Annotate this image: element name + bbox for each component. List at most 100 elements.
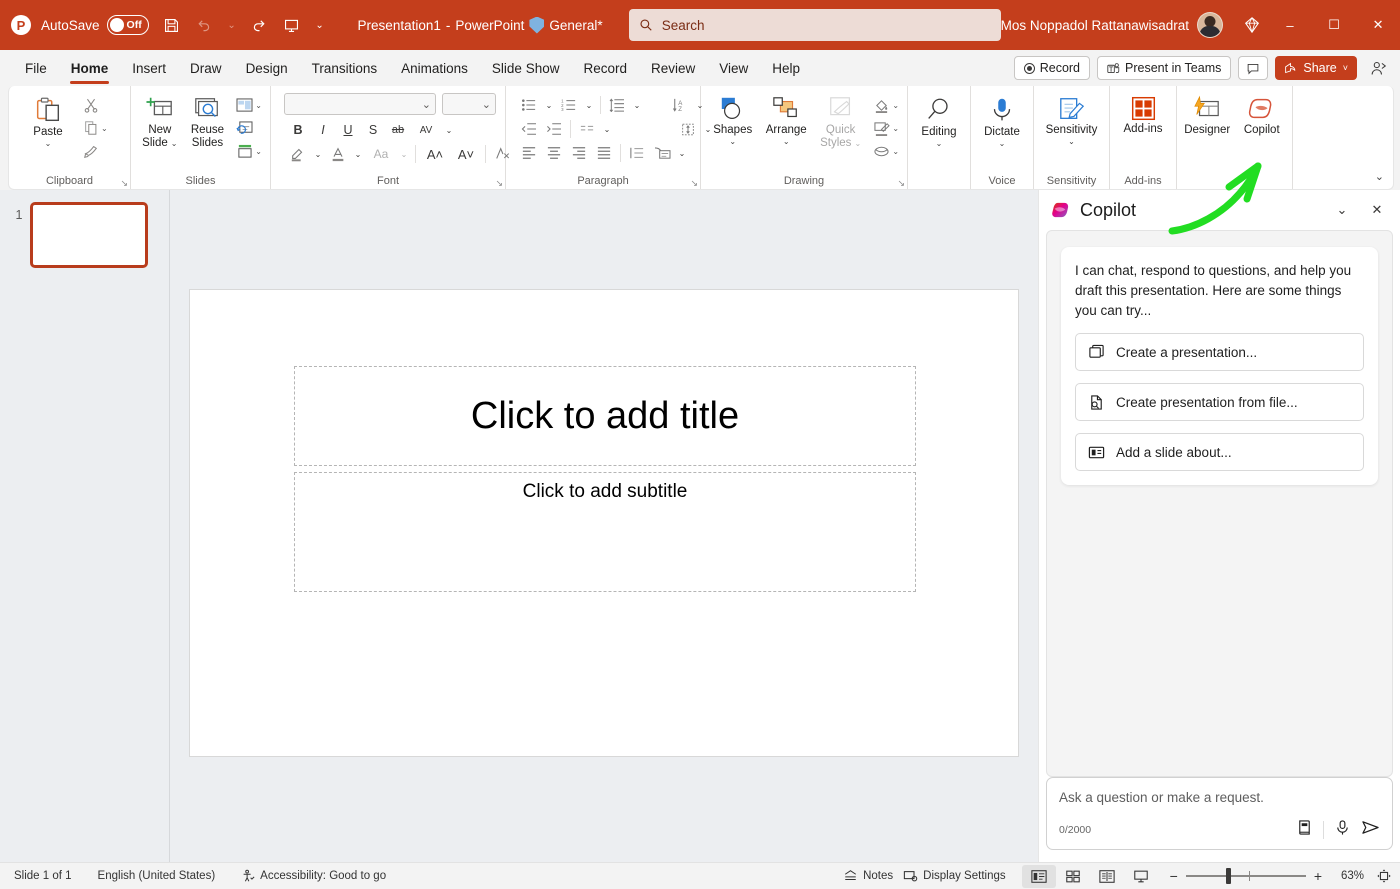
- text-shadow-button[interactable]: ab: [386, 119, 410, 141]
- cut-button[interactable]: [80, 94, 111, 116]
- new-slide-button[interactable]: New Slide ⌄: [136, 90, 184, 149]
- tab-view[interactable]: View: [708, 57, 759, 80]
- character-spacing-button[interactable]: AV: [411, 119, 441, 141]
- align-center-button[interactable]: [542, 142, 566, 164]
- comments-button[interactable]: [1238, 56, 1268, 80]
- bullets-chevron-down-icon[interactable]: ⌄: [542, 94, 556, 116]
- sensitivity-button[interactable]: Sensitivity ⌄: [1039, 90, 1104, 146]
- display-settings-button[interactable]: Display Settings: [903, 869, 1005, 883]
- close-button[interactable]: ✕: [1356, 0, 1400, 50]
- zoom-out-button[interactable]: −: [1170, 868, 1178, 884]
- increase-indent-button[interactable]: [542, 118, 566, 140]
- copilot-ribbon-button[interactable]: Copilot: [1237, 90, 1288, 136]
- tab-file[interactable]: File: [14, 57, 58, 80]
- dictate-chevron-down-icon[interactable]: ⌄: [999, 139, 1006, 148]
- numbering-button[interactable]: 123: [557, 94, 581, 116]
- language-status[interactable]: English (United States): [98, 870, 228, 882]
- font-size-box[interactable]: ⌄: [442, 93, 496, 115]
- font-name-box[interactable]: ⌄: [284, 93, 436, 115]
- align-right-button[interactable]: [567, 142, 591, 164]
- bullets-button[interactable]: [517, 94, 541, 116]
- dictate-button[interactable]: Dictate ⌄: [976, 90, 1028, 148]
- reset-slide-button[interactable]: [233, 117, 265, 139]
- arrange-chevron-down-icon[interactable]: ⌄: [783, 137, 790, 146]
- tab-record[interactable]: Record: [572, 57, 638, 80]
- send-button[interactable]: [1361, 819, 1380, 841]
- layout-chevron-down-icon[interactable]: ⌄: [255, 101, 262, 110]
- share-button[interactable]: Share ˅: [1275, 56, 1357, 80]
- paste-chevron-down-icon[interactable]: ⌄: [45, 139, 52, 148]
- smartart-chevron-down-icon[interactable]: ⌄: [675, 142, 689, 164]
- shape-outline-button[interactable]: ⌄: [870, 117, 902, 139]
- share-person-icon[interactable]: [1365, 53, 1391, 83]
- suggestion-create-a-presentation[interactable]: Create a presentation...: [1075, 333, 1364, 371]
- copilot-input-box[interactable]: Ask a question or make a request. 0/2000: [1046, 777, 1393, 850]
- reuse-slides-button[interactable]: Reuse Slides: [184, 90, 232, 149]
- thumbnail-row[interactable]: 1: [0, 202, 169, 268]
- search-box[interactable]: Search: [629, 9, 1001, 41]
- prompt-guide-button[interactable]: [1296, 819, 1313, 841]
- highlight-chevron-down-icon[interactable]: ⌄: [311, 143, 325, 165]
- undo-icon[interactable]: [189, 10, 219, 40]
- shape-effects-button[interactable]: ⌄: [870, 140, 902, 162]
- text-direction-button[interactable]: AZ: [668, 94, 692, 116]
- start-presentation-icon[interactable]: [277, 10, 307, 40]
- shape-effects-chevron-down-icon[interactable]: ⌄: [892, 147, 899, 156]
- clipboard-dialog-launcher[interactable]: ↘: [120, 178, 128, 189]
- tab-insert[interactable]: Insert: [121, 57, 177, 80]
- zoom-slider[interactable]: [1186, 875, 1306, 877]
- section-button[interactable]: ⌄: [233, 140, 265, 162]
- shape-fill-button[interactable]: ⌄: [870, 94, 902, 116]
- shape-fill-chevron-down-icon[interactable]: ⌄: [892, 101, 899, 110]
- save-icon[interactable]: [157, 10, 187, 40]
- editing-chevron-down-icon[interactable]: ⌄: [936, 139, 943, 148]
- slide-thumbnail-1[interactable]: [30, 202, 148, 268]
- tab-help[interactable]: Help: [761, 57, 811, 80]
- autosave-toggle[interactable]: Off: [107, 15, 149, 35]
- text-highlight-button[interactable]: [286, 143, 310, 165]
- suggestion-add-a-slide-about[interactable]: Add a slide about...: [1075, 433, 1364, 471]
- format-painter-button[interactable]: [80, 140, 111, 162]
- tab-home[interactable]: Home: [60, 57, 120, 80]
- designer-button[interactable]: Designer: [1182, 90, 1233, 136]
- collapse-ribbon-chevron-icon[interactable]: ⌄: [1375, 170, 1384, 183]
- line-spacing-button[interactable]: [605, 94, 629, 116]
- zoom-slider-thumb[interactable]: [1226, 868, 1231, 884]
- subtitle-placeholder[interactable]: Click to add subtitle: [294, 472, 916, 592]
- fit-slide-to-window-button[interactable]: [1376, 868, 1392, 884]
- shape-outline-chevron-down-icon[interactable]: ⌄: [892, 124, 899, 133]
- microsoft-365-diamond-icon[interactable]: [1237, 10, 1267, 40]
- paste-button[interactable]: Paste ⌄: [22, 90, 74, 148]
- justify-button[interactable]: [592, 142, 616, 164]
- accessibility-status[interactable]: Accessibility: Good to go: [241, 869, 398, 883]
- tab-slide-show[interactable]: Slide Show: [481, 57, 571, 80]
- slide-count[interactable]: Slide 1 of 1: [14, 870, 84, 882]
- section-chevron-down-icon[interactable]: ⌄: [255, 147, 262, 156]
- suggestion-create-presentation-from-file[interactable]: Create presentation from file...: [1075, 383, 1364, 421]
- notes-button[interactable]: Notes: [843, 869, 893, 883]
- title-placeholder[interactable]: Click to add title: [294, 366, 916, 466]
- tab-review[interactable]: Review: [640, 57, 706, 80]
- present-in-teams-button[interactable]: Present in Teams: [1097, 56, 1231, 80]
- columns-button[interactable]: [575, 118, 599, 140]
- microphone-button[interactable]: [1334, 819, 1351, 841]
- zoom-in-button[interactable]: +: [1314, 868, 1322, 884]
- line-spacing-chevron-down-icon[interactable]: ⌄: [630, 94, 644, 116]
- undo-chevron-down-icon[interactable]: ⌄: [221, 10, 243, 40]
- share-chevron-down-icon[interactable]: ˅: [1343, 63, 1348, 73]
- align-text-button[interactable]: [676, 118, 700, 140]
- font-size-chevron-down-icon[interactable]: ⌄: [482, 98, 491, 111]
- font-color-button[interactable]: [326, 143, 350, 165]
- shapes-chevron-down-icon[interactable]: ⌄: [729, 137, 736, 146]
- layout-button[interactable]: ⌄: [233, 94, 265, 116]
- minimize-button[interactable]: –: [1268, 0, 1312, 50]
- slide-show-button[interactable]: [1124, 865, 1158, 888]
- paragraph-dialog-launcher[interactable]: ↘: [690, 178, 698, 189]
- font-dialog-launcher[interactable]: ↘: [495, 178, 503, 189]
- sensitivity-chevron-down-icon[interactable]: ⌄: [1068, 137, 1075, 146]
- change-case-chevron-down-icon[interactable]: ⌄: [397, 143, 411, 165]
- list-level-button[interactable]: [625, 142, 649, 164]
- convert-to-smartart-button[interactable]: [650, 142, 674, 164]
- slide-sorter-button[interactable]: [1056, 865, 1090, 888]
- italic-button[interactable]: I: [311, 119, 335, 141]
